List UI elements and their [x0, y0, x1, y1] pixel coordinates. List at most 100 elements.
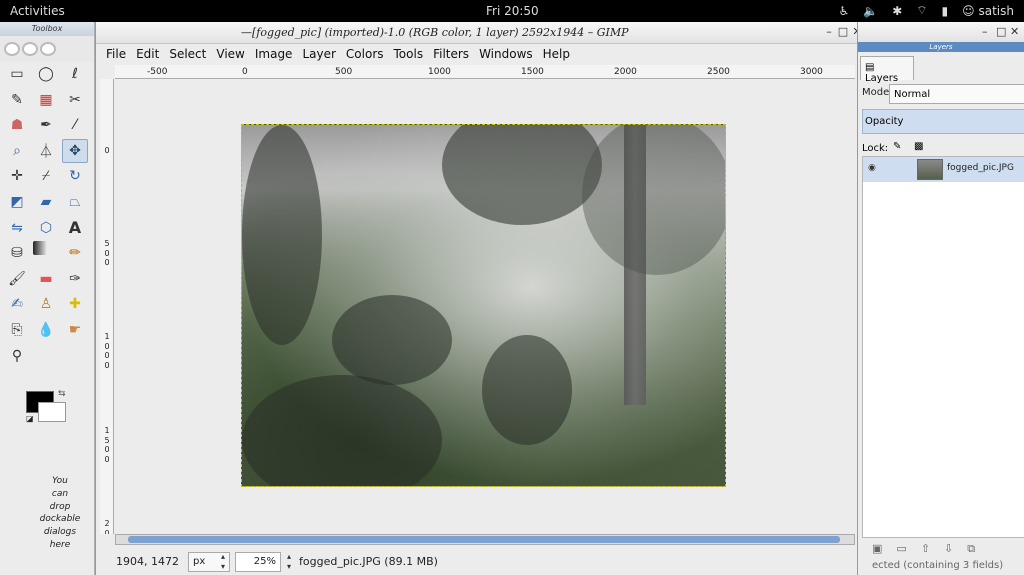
heal-icon[interactable]: ✚ — [62, 292, 88, 316]
layer-thumbnail — [917, 159, 943, 180]
zoom-input[interactable]: 25% — [235, 552, 281, 572]
lasso-select-icon[interactable]: ℓ — [62, 62, 88, 86]
perspective-icon[interactable]: ⏢ — [62, 190, 88, 214]
user-menu[interactable]: ☺ satish — [962, 4, 1014, 18]
zoom-icon[interactable]: ⌕ — [4, 139, 30, 163]
tool-grid: ▭ ◯ ℓ ✎ ▦ ✂ ☗ ✒ ⁄ ⌕ ⏃ ✥ ✛ ⌿ ↻ ◩ ▰ ⏢ ⇋ ⬡ … — [4, 62, 92, 369]
bucket-fill-icon[interactable]: ⛁ — [4, 241, 30, 265]
smudge-icon[interactable]: ☛ — [62, 318, 88, 342]
user-name: satish — [978, 3, 1014, 18]
ellipse-select-icon[interactable]: ◯ — [33, 62, 59, 86]
ruler-tick: 5 0 0 — [104, 239, 110, 267]
menu-view[interactable]: View — [211, 44, 249, 65]
ruler-tick: 500 — [335, 67, 353, 77]
menu-help[interactable]: Help — [538, 44, 575, 65]
ink-icon[interactable]: ✍ — [4, 292, 30, 316]
menu-file[interactable]: File — [101, 44, 131, 65]
scissors-icon[interactable]: ✂ — [62, 88, 88, 112]
accessibility-icon[interactable]: ♿ — [838, 4, 849, 18]
color-picker-icon[interactable]: ⁄ — [62, 113, 88, 137]
system-tray: ♿ 🔈 ✱ ⌔ ▮ ☺ satish — [838, 3, 1014, 18]
minimize-icon[interactable]: – — [982, 25, 988, 38]
foliage — [442, 125, 602, 225]
ruler-tick: 0 — [104, 146, 110, 155]
background-window-text: ected (containing 3 fields) — [872, 560, 1004, 571]
airbrush-icon[interactable]: ✑ — [62, 267, 88, 291]
menu-filters[interactable]: Filters — [428, 44, 474, 65]
network-icon[interactable]: ⌔ — [916, 3, 927, 18]
menu-select[interactable]: Select — [164, 44, 211, 65]
unit-dropdown-icon[interactable]: ▴ ▾ — [217, 552, 229, 572]
dock-titlebar[interactable]: – □ ✕ — [858, 22, 1024, 42]
measure-icon[interactable]: ⏃ — [33, 139, 59, 163]
layer-row[interactable]: ◉ fogged_pic.JPG — [863, 157, 1024, 182]
rotate-icon[interactable]: ↻ — [62, 164, 88, 188]
rect-select-icon[interactable]: ▭ — [4, 62, 30, 86]
layers-icon: ▤ — [865, 62, 875, 73]
drop-hint-line: can — [51, 488, 69, 499]
drop-hint-line: here — [49, 539, 71, 550]
system-top-bar: Activities Fri 20:50 ♿ 🔈 ✱ ⌔ ▮ ☺ satish — [0, 0, 1024, 22]
activities-button[interactable]: Activities — [10, 4, 65, 18]
ruler-tick: 2000 — [614, 67, 637, 77]
foreground-select-icon[interactable]: ☗ — [4, 113, 30, 137]
ruler-tick: 1 5 0 0 — [104, 426, 110, 464]
opacity-slider[interactable]: Opacity — [862, 109, 1024, 134]
flip-icon[interactable]: ⇋ — [4, 216, 30, 240]
scale-icon[interactable]: ◩ — [4, 190, 30, 214]
background-color-swatch[interactable] — [38, 402, 66, 422]
foliage — [482, 335, 572, 445]
visibility-eye-icon[interactable]: ◉ — [868, 163, 876, 173]
layers-list: ◉ fogged_pic.JPG — [862, 156, 1024, 538]
zoom-dropdown-icon[interactable]: ▴ ▾ — [283, 552, 295, 572]
close-icon[interactable]: ✕ — [1010, 25, 1019, 38]
blend-icon[interactable] — [33, 241, 47, 256]
minimize-icon[interactable]: – — [823, 26, 835, 38]
lock-pixels-icon[interactable]: ✎ — [893, 141, 901, 152]
foliage — [582, 125, 725, 275]
clock[interactable]: Fri 20:50 — [486, 4, 539, 18]
battery-icon[interactable]: ▮ — [942, 4, 949, 18]
horizontal-ruler[interactable]: -500 0 500 1000 1500 2000 2500 3000 — [115, 65, 855, 79]
paintbrush-icon[interactable]: 🖌 — [4, 267, 30, 291]
image-window-titlebar[interactable]: —[fogged_pic] (imported)-1.0 (RGB color,… — [96, 22, 865, 44]
shear-icon[interactable]: ▰ — [33, 190, 59, 214]
menu-edit[interactable]: Edit — [131, 44, 164, 65]
swap-colors-icon[interactable]: ⇆ — [58, 389, 66, 399]
foggy-forest-image[interactable] — [241, 124, 726, 487]
menu-colors[interactable]: Colors — [341, 44, 389, 65]
blur-icon[interactable]: 💧 — [33, 318, 59, 342]
volume-icon[interactable]: 🔈 — [863, 4, 878, 18]
fuzzy-select-icon[interactable]: ✎ — [4, 88, 30, 112]
scrollbar-thumb[interactable] — [128, 536, 840, 543]
vertical-ruler[interactable]: 0 5 0 0 1 0 0 0 1 5 0 0 2 0 0 0 — [100, 79, 114, 534]
pencil-icon[interactable]: ✏ — [62, 241, 88, 265]
move-tool-icon[interactable]: ✥ — [62, 138, 88, 163]
align-icon[interactable]: ✛ — [4, 164, 30, 188]
paths-icon[interactable]: ✒ — [33, 113, 59, 137]
bluetooth-icon[interactable]: ✱ — [892, 4, 902, 18]
mode-select[interactable]: Normal — [889, 84, 1024, 104]
menu-layer[interactable]: Layer — [297, 44, 340, 65]
tab-layers[interactable]: ▤ Layers — [860, 56, 914, 84]
lock-alpha-icon[interactable]: ▩ — [914, 141, 923, 152]
text-tool-icon[interactable]: A — [62, 216, 88, 240]
toolbox-title: Toolbox — [0, 22, 94, 36]
reset-colors-icon[interactable]: ◪ — [26, 414, 34, 423]
menu-tools[interactable]: Tools — [389, 44, 429, 65]
maximize-icon[interactable]: □ — [996, 25, 1006, 38]
canvas-area[interactable] — [115, 79, 855, 534]
menu-image[interactable]: Image — [250, 44, 298, 65]
ruler-tick: 0 — [242, 67, 248, 77]
maximize-icon[interactable]: □ — [837, 26, 849, 38]
select-by-color-icon[interactable]: ▦ — [33, 88, 59, 112]
perspective-clone-icon[interactable]: ⎘ — [4, 318, 30, 342]
crop-icon[interactable]: ⌿ — [33, 164, 59, 188]
cage-transform-icon[interactable]: ⬡ — [33, 216, 59, 240]
dodge-burn-icon[interactable]: ⚲ — [4, 344, 30, 368]
clone-icon[interactable]: ♙ — [33, 292, 59, 316]
menu-windows[interactable]: Windows — [474, 44, 538, 65]
lock-label: Lock: — [862, 143, 889, 154]
eraser-icon[interactable]: ▬ — [33, 267, 59, 291]
horizontal-scrollbar[interactable] — [115, 534, 855, 545]
